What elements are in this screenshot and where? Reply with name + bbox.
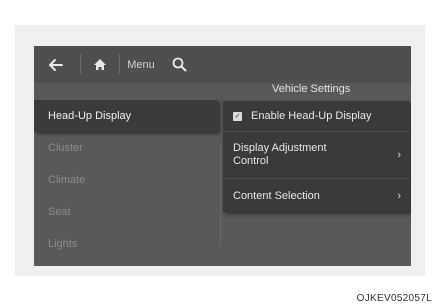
- figure-code: OJKEV052057L: [356, 293, 432, 304]
- page-title: Vehicle Settings: [272, 83, 351, 95]
- head-up-display-options-panel: ✓ Enable Head-Up Display Display Adjustm…: [223, 101, 410, 212]
- back-button[interactable]: [34, 46, 76, 83]
- menu-label: Menu: [127, 58, 155, 71]
- back-arrow-icon: [49, 58, 63, 71]
- checkbox-checked[interactable]: ✓: [233, 111, 242, 121]
- menu-button[interactable]: Menu: [122, 46, 160, 83]
- category-item-seat[interactable]: Seat: [34, 196, 218, 228]
- settings-category-list: Head-Up Display Cluster Climate Seat Lig…: [34, 100, 218, 260]
- category-item-climate[interactable]: Climate: [34, 164, 218, 196]
- topbar-divider: [80, 54, 81, 74]
- option-label: Content Selection: [233, 189, 320, 202]
- content-selection-option[interactable]: Content Selection ›: [223, 179, 410, 212]
- display-adjustment-control-option[interactable]: Display Adjustment Control ›: [223, 132, 410, 178]
- category-item-lights[interactable]: Lights: [34, 228, 218, 260]
- search-icon: [172, 57, 186, 72]
- infotainment-screen: Menu Vehicle Settings Head-Up Display Cl…: [34, 46, 411, 266]
- search-button[interactable]: [164, 46, 194, 83]
- option-label: Display Adjustment Control: [233, 142, 327, 167]
- chevron-right-icon: ›: [397, 149, 401, 161]
- topbar-divider: [119, 54, 120, 74]
- category-item-cluster[interactable]: Cluster: [34, 132, 218, 164]
- top-bar: Menu: [34, 46, 411, 83]
- home-icon: [94, 59, 106, 70]
- option-label: Enable Head-Up Display: [251, 110, 372, 122]
- category-item-head-up-display[interactable]: Head-Up Display: [34, 100, 218, 132]
- column-divider: [220, 144, 221, 246]
- enable-head-up-display-option[interactable]: ✓ Enable Head-Up Display: [223, 101, 410, 131]
- home-button[interactable]: [82, 46, 118, 83]
- chevron-right-icon: ›: [397, 189, 401, 202]
